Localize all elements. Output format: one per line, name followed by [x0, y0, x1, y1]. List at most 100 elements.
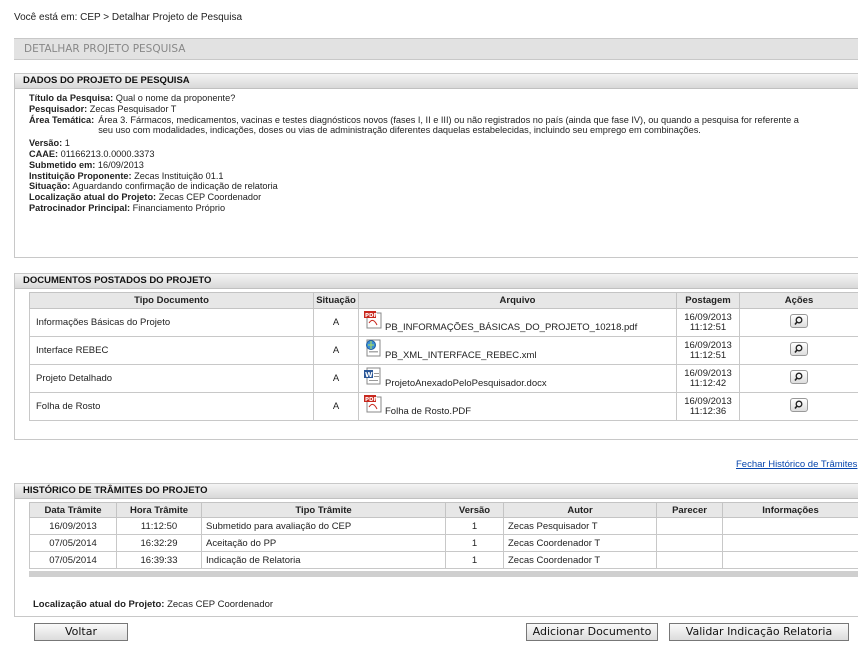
caae-label: CAAE: [29, 148, 59, 159]
word-icon: W [363, 367, 383, 385]
document-situacao: A [313, 308, 359, 337]
localizacao-row: Localização atual do Projeto: Zecas CEP … [29, 192, 858, 203]
document-postagem-date: 16/09/2013 [684, 367, 732, 379]
svg-text:W: W [365, 371, 373, 379]
search-icon [794, 316, 803, 325]
localizacao-value: Zecas CEP Coordenador [158, 192, 262, 203]
history-localizacao: Localização atual do Projeto: Zecas CEP … [33, 599, 273, 610]
history-tipo: Indicação de Relatoria [201, 551, 446, 569]
pdf-icon: PDF [363, 311, 383, 329]
document-row: Folha de Rosto A PDF Folha de Rosto.PDF 16/0… [29, 392, 858, 421]
history-localizacao-value: Zecas CEP Coordenador [167, 599, 274, 610]
instituicao-row: Instituição Proponente: Zecas Instituiçã… [29, 171, 858, 182]
history-table: Data Trâmite Hora Trâmite Tipo Trâmite V… [29, 502, 858, 569]
history-parecer [656, 534, 723, 552]
submetido-label: Submetido em: [29, 159, 96, 170]
caae-value: 01166213.0.0000.3373 [60, 148, 155, 159]
document-tipo: Projeto Detalhado [29, 364, 314, 393]
document-postagem-date: 16/09/2013 [684, 339, 732, 351]
search-icon [794, 372, 803, 381]
history-scrollbar[interactable] [29, 571, 858, 577]
history-row: 07/05/2014 16:39:33 Indicação de Relatoria… [29, 551, 858, 569]
breadcrumb: Você está em: CEP > Detalhar Projeto de … [14, 12, 243, 23]
history-info [722, 534, 858, 552]
versao-value: 1 [64, 138, 70, 149]
document-arquivo[interactable]: PB_XML_INTERFACE_REBEC.xml [385, 350, 537, 361]
caae-row: CAAE: 01166213.0.0000.3373 [29, 149, 858, 160]
instituicao-label: Instituição Proponente: [29, 170, 132, 181]
pesquisador-label: Pesquisador: [29, 103, 88, 114]
document-tipo: Folha de Rosto [29, 392, 314, 421]
situacao-row: Situação: Aguardando confirmação de indi… [29, 181, 858, 192]
history-tipo: Aceitação do PP [201, 534, 446, 552]
view-document-button[interactable] [790, 342, 808, 356]
document-acoes [739, 308, 858, 337]
history-row: 07/05/2014 16:32:29 Aceitação do PP 1 Zecas … [29, 534, 858, 552]
history-row: 16/09/2013 11:12:50 Submetido para avaliaç… [29, 517, 858, 535]
document-arquivo-cell[interactable]: PDF PB_INFORMAÇÕES_BÁSICAS_DO_PROJETO_102… [358, 308, 677, 337]
col-informacoes: Informações [722, 502, 858, 518]
document-arquivo[interactable]: Folha de Rosto.PDF [385, 406, 471, 417]
titulo-row: Título da Pesquisa: Qual o nome da propo… [29, 93, 858, 104]
document-arquivo-cell[interactable]: W ProjetoAnexadoPeloPesquisador.docx [358, 364, 677, 393]
history-info [722, 517, 858, 535]
history-data: 16/09/2013 [29, 517, 117, 535]
versao-label: Versão: [29, 138, 63, 149]
document-row: Projeto Detalhado A W ProjetoAnexadoPeloPes… [29, 364, 858, 393]
history-tipo: Submetido para avaliação do CEP [201, 517, 446, 535]
adicionar-documento-button[interactable]: Adicionar Documento [526, 623, 658, 641]
view-document-button[interactable] [790, 398, 808, 412]
document-arquivo[interactable]: ProjetoAnexadoPeloPesquisador.docx [385, 378, 547, 389]
col-postagem: Postagem [676, 292, 740, 309]
document-row: Informações Básicas do Projeto A PDF PB_INF… [29, 308, 858, 337]
document-situacao: A [313, 364, 359, 393]
search-icon [794, 400, 803, 409]
validar-indicacao-button[interactable]: Validar Indicação Relatoria [669, 623, 849, 641]
history-parecer [656, 551, 723, 569]
titulo-value: Qual o nome da proponente? [115, 93, 236, 103]
col-parecer: Parecer [656, 502, 723, 518]
document-tipo: Interface REBEC [29, 336, 314, 365]
view-document-button[interactable] [790, 314, 808, 328]
history-hora: 11:12:50 [116, 517, 202, 535]
document-arquivo[interactable]: PB_INFORMAÇÕES_BÁSICAS_DO_PROJETO_10218.… [385, 322, 637, 333]
history-versao: 1 [445, 551, 504, 569]
pdf-icon: PDF [363, 395, 383, 413]
documents-table: Tipo Documento Situação Arquivo Postagem… [29, 292, 858, 421]
history-parecer [656, 517, 723, 535]
patrocinador-row: Patrocinador Principal: Financiamento Pr… [29, 203, 858, 214]
svg-text:PDF: PDF [365, 313, 378, 319]
instituicao-value: Zecas Instituição 01.1 [134, 170, 224, 181]
document-arquivo-cell[interactable]: PB_XML_INTERFACE_REBEC.xml [358, 336, 677, 365]
document-postagem: 16/09/2013 11:12:36 [676, 392, 740, 421]
project-data-header: DADOS DO PROJETO DE PESQUISA [15, 74, 858, 89]
patrocinador-value: Financiamento Próprio [132, 202, 226, 213]
history-header-row: Data Trâmite Hora Trâmite Tipo Trâmite V… [29, 502, 858, 518]
versao-row: Versão: 1 [29, 138, 858, 149]
history-autor: Zecas Pesquisador T [503, 517, 657, 535]
page-title: DETALHAR PROJETO PESQUISA [24, 43, 186, 55]
col-arquivo: Arquivo [358, 292, 677, 309]
situacao-label: Situação: [29, 181, 71, 192]
col-data-tramite: Data Trâmite [29, 502, 117, 518]
document-acoes [739, 392, 858, 421]
fechar-historico-link[interactable]: Fechar Histórico de Trâmites [736, 459, 857, 470]
col-acoes: Ações [739, 292, 858, 309]
document-postagem-time: 11:12:51 [689, 321, 727, 333]
area-value: Área 3. Fármacos, medicamentos, vacinas … [98, 114, 799, 136]
view-document-button[interactable] [790, 370, 808, 384]
document-postagem-date: 16/09/2013 [684, 395, 732, 407]
document-row: Interface REBEC A PB_XML_INTERFACE_REBEC.x… [29, 336, 858, 365]
document-arquivo-cell[interactable]: PDF Folha de Rosto.PDF [358, 392, 677, 421]
document-situacao: A [313, 336, 359, 365]
xml-icon [363, 339, 383, 357]
history-localizacao-label: Localização atual do Projeto: [33, 599, 165, 610]
history-autor: Zecas Coordenador T [503, 551, 657, 569]
document-postagem-date: 16/09/2013 [684, 311, 732, 323]
col-tipo-tramite: Tipo Trâmite [201, 502, 446, 518]
situacao-value: Aguardando confirmação de indicação de r… [72, 181, 278, 192]
project-data-section: DADOS DO PROJETO DE PESQUISA Título da P… [14, 73, 858, 258]
voltar-button[interactable]: Voltar [34, 623, 128, 641]
documents-section: DOCUMENTOS POSTADOS DO PROJETO Tipo Docu… [14, 273, 858, 440]
search-icon [794, 344, 803, 353]
